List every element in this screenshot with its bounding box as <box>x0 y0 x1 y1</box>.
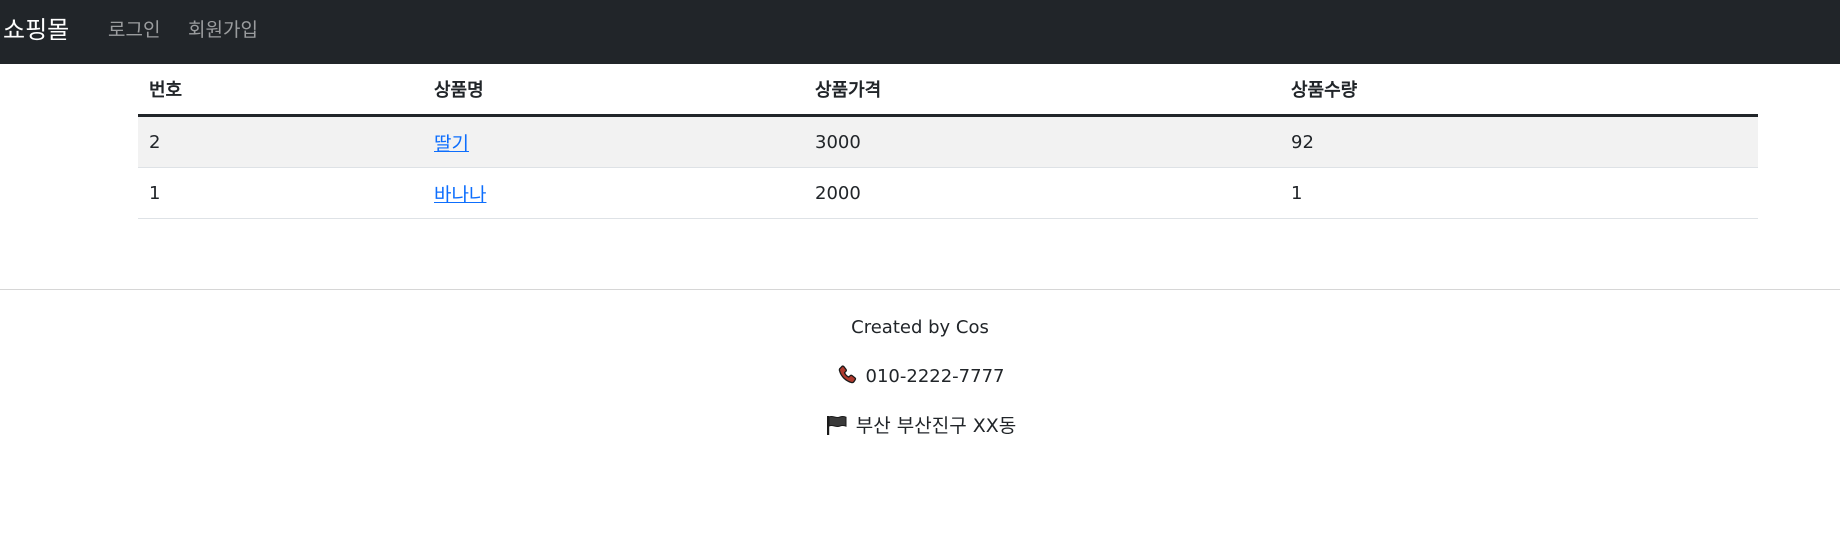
product-link[interactable]: 바나나 <box>434 184 486 206</box>
top-navbar: 쇼핑몰 로그인 회원가입 <box>0 0 1840 64</box>
header-product-quantity: 상품수량 <box>1280 64 1758 117</box>
nav-join-link[interactable]: 회원가입 <box>188 17 258 43</box>
cell-product-name: 딸기 <box>423 115 804 168</box>
header-product-price: 상품가격 <box>804 64 1280 117</box>
table-row: 1 바나나 2000 1 <box>138 167 1758 219</box>
cell-product-name: 바나나 <box>423 167 804 219</box>
product-table: 번호 상품명 상품가격 상품수량 2 딸기 3000 92 1 바나나 2000… <box>138 64 1758 219</box>
header-number: 번호 <box>138 64 423 117</box>
footer-credit: Created by Cos <box>851 317 989 338</box>
cell-price: 2000 <box>804 167 1280 219</box>
phone-icon <box>836 364 858 394</box>
product-link[interactable]: 딸기 <box>434 133 469 155</box>
cell-price: 3000 <box>804 115 1280 168</box>
nav-login-link[interactable]: 로그인 <box>108 17 160 43</box>
footer-phone-number: 010-2222-7777 <box>865 366 1005 387</box>
brand-link[interactable]: 쇼핑몰 <box>3 14 69 46</box>
cell-number: 2 <box>138 115 423 168</box>
cell-quantity: 1 <box>1280 167 1758 219</box>
page-footer: Created by Cos 010-2222-7777 부산 부산진구 XX동 <box>0 289 1840 537</box>
product-table-container: 번호 상품명 상품가격 상품수량 2 딸기 3000 92 1 바나나 2000… <box>138 64 1758 219</box>
footer-phone: 010-2222-7777 <box>0 364 1840 394</box>
footer-address: 부산 부산진구 XX동 <box>0 413 1840 443</box>
cell-number: 1 <box>138 167 423 219</box>
header-product-name: 상품명 <box>423 64 804 117</box>
table-row: 2 딸기 3000 92 <box>138 115 1758 168</box>
cell-quantity: 92 <box>1280 115 1758 168</box>
flag-icon <box>824 414 848 443</box>
footer-address-text: 부산 부산진구 XX동 <box>855 415 1017 437</box>
table-header-row: 번호 상품명 상품가격 상품수량 <box>138 64 1758 117</box>
